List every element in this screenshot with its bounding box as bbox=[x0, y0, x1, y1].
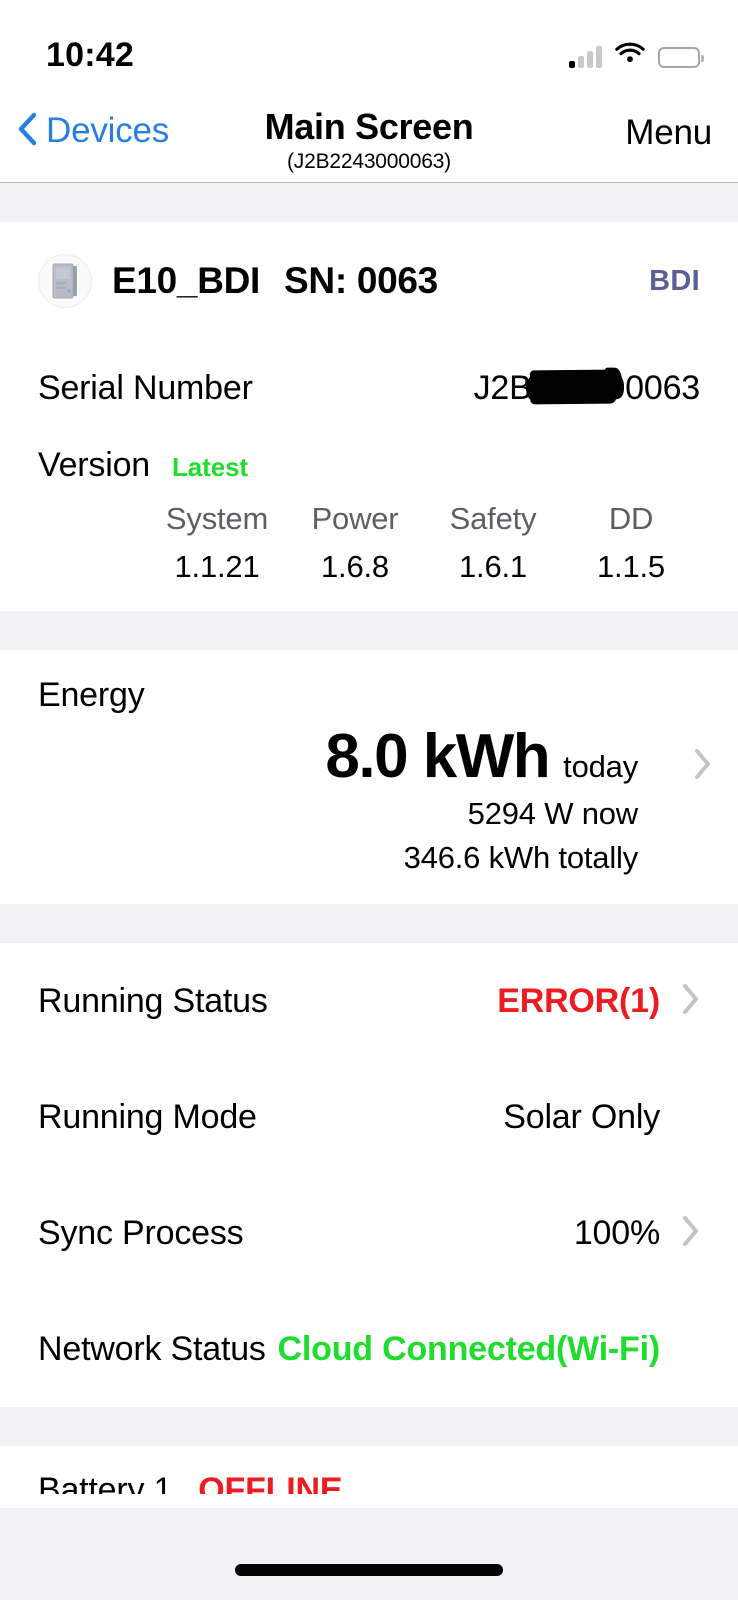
wifi-icon bbox=[615, 41, 645, 68]
version-column-header: Power bbox=[311, 501, 399, 536]
serial-number-label: Serial Number bbox=[38, 368, 253, 407]
battery-icon bbox=[658, 47, 704, 68]
network-status-label: Network Status bbox=[38, 1329, 266, 1368]
section-gap bbox=[0, 183, 738, 222]
section-gap bbox=[0, 904, 738, 943]
home-indicator-area bbox=[0, 1518, 738, 1600]
home-indicator[interactable] bbox=[235, 1564, 503, 1576]
running-status-value: ERROR(1) bbox=[497, 981, 660, 1020]
battery-1-label: Battery 1 bbox=[38, 1470, 173, 1495]
energy-label: Energy bbox=[38, 676, 145, 714]
running-status-label: Running Status bbox=[38, 981, 268, 1020]
version-value: 1.6.1 bbox=[459, 549, 527, 584]
status-bar-time: 10:42 bbox=[46, 36, 134, 74]
chevron-right-icon[interactable] bbox=[694, 748, 712, 785]
running-status-row[interactable]: Running Status ERROR(1) bbox=[38, 943, 700, 1059]
battery-card[interactable]: Battery 1 OFFLINE bbox=[0, 1446, 738, 1508]
energy-card[interactable]: Energy 8.0 kWh today 5294 W now 346.6 kW… bbox=[0, 650, 738, 904]
version-value: 1.6.8 bbox=[321, 549, 389, 584]
inverter-device-icon bbox=[38, 254, 92, 308]
device-sn-short: SN: 0063 bbox=[284, 260, 438, 301]
status-bar: 10:42 bbox=[0, 0, 738, 95]
sync-process-value: 100% bbox=[573, 1213, 660, 1252]
device-name: E10_BDI bbox=[112, 260, 261, 301]
chevron-left-icon bbox=[16, 112, 38, 151]
serial-number-row: Serial Number J2B224300063 bbox=[38, 340, 700, 436]
version-value: 1.1.5 bbox=[597, 549, 665, 584]
version-table: System Power Safety DD 1.1.21 1.6.8 1.6.… bbox=[38, 501, 700, 611]
section-gap bbox=[0, 1407, 738, 1446]
device-header-row[interactable]: E10_BDI SN: 0063 BDI bbox=[38, 222, 700, 340]
app-screen: 10:42 Devices Main Screen (J2B2243000063… bbox=[0, 0, 738, 1600]
energy-today-row: 8.0 kWh today bbox=[38, 721, 700, 792]
section-gap bbox=[0, 611, 738, 650]
serial-number-value: J2B224300063 bbox=[473, 368, 701, 408]
version-column-header: Safety bbox=[449, 501, 537, 536]
back-to-devices-button[interactable]: Devices bbox=[16, 111, 169, 151]
energy-total-line: 346.6 kWh totally bbox=[403, 840, 639, 875]
network-status-value: Cloud Connected(Wi-Fi) bbox=[277, 1329, 661, 1368]
version-value: 1.1.21 bbox=[174, 549, 260, 584]
redaction-mark bbox=[529, 369, 616, 404]
version-label: Version bbox=[38, 446, 151, 484]
back-button-label: Devices bbox=[46, 111, 170, 150]
chevron-right-icon[interactable] bbox=[682, 1215, 700, 1252]
sync-process-row[interactable]: Sync Process 100% bbox=[38, 1175, 700, 1291]
status-card: Running Status ERROR(1) Running Mode Sol… bbox=[0, 943, 738, 1407]
chevron-right-icon[interactable] bbox=[682, 983, 700, 1020]
running-mode-row: Running Mode Solar Only bbox=[38, 1059, 700, 1175]
network-status-row: Network Status Cloud Connected(Wi-Fi) bbox=[38, 1291, 700, 1407]
version-header: Version Latest bbox=[38, 436, 700, 501]
energy-today-label: today bbox=[563, 749, 638, 784]
cellular-signal-icon bbox=[569, 46, 602, 68]
device-type-badge: BDI bbox=[649, 264, 700, 297]
battery-1-value: OFFLINE bbox=[198, 1470, 343, 1495]
device-info-card: E10_BDI SN: 0063 BDI Serial Number J2B22… bbox=[0, 222, 738, 611]
navigation-bar: Devices Main Screen (J2B2243000063) Menu bbox=[0, 95, 738, 183]
menu-button[interactable]: Menu bbox=[625, 113, 712, 153]
energy-now-line: 5294 W now bbox=[467, 796, 639, 831]
status-bar-icons bbox=[569, 40, 704, 68]
running-mode-value: Solar Only bbox=[503, 1097, 660, 1136]
energy-today-value: 8.0 kWh bbox=[325, 722, 550, 791]
sync-process-label: Sync Process bbox=[38, 1213, 244, 1252]
version-column-header: System bbox=[165, 501, 269, 536]
version-status-badge: Latest bbox=[172, 452, 248, 482]
running-mode-label: Running Mode bbox=[38, 1097, 257, 1136]
version-column-header: DD bbox=[608, 501, 654, 536]
serial-prefix: J2B bbox=[473, 368, 532, 407]
